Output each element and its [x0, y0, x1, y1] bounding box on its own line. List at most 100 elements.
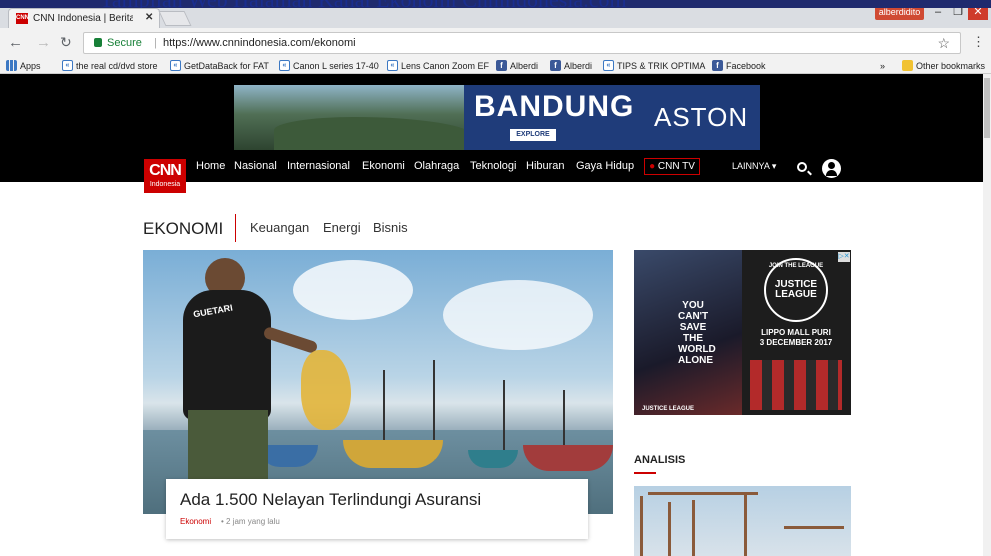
forward-icon[interactable]: → — [36, 34, 51, 51]
nav-internasional[interactable]: Internasional — [287, 160, 350, 172]
facebook-icon: f — [496, 60, 507, 71]
bookmark-item[interactable]: « GetDataBack for FAT — [170, 58, 269, 73]
ad-choices-icon[interactable]: ▷✕ — [838, 252, 850, 262]
cnn-tv-label: CNN TV — [657, 161, 695, 172]
boat-shape — [343, 440, 443, 468]
section-divider — [235, 214, 236, 242]
ad-banner[interactable]: BANDUNG EXPLORE ASTON — [234, 85, 760, 150]
overlay-caption-band: Tampilan Web Halaman Kanal Ekonomi Cnnin… — [0, 0, 991, 8]
hero-caption-card[interactable]: Ada 1.500 Nelayan Terlindungi Asuransi E… — [166, 479, 588, 539]
bookmark-label: Alberdi — [510, 60, 539, 71]
shirt-print: GUETARI — [192, 302, 234, 320]
folder-icon — [902, 60, 913, 71]
bookmark-label: GetDataBack for FAT — [184, 60, 269, 71]
cnn-tv-button[interactable]: ● CNN TV — [644, 158, 700, 175]
subnav-bisnis[interactable]: Bisnis — [373, 220, 408, 235]
bookmark-star-icon[interactable]: ☆ — [937, 35, 950, 52]
new-tab-button[interactable] — [158, 11, 192, 26]
hero-timestamp: • 2 jam yang lalu — [221, 517, 280, 526]
nav-olahraga[interactable]: Olahraga — [414, 160, 459, 172]
ad-footer — [634, 415, 851, 431]
url-input[interactable]: Secure | https://www.cnnindonesia.com/ek… — [83, 32, 961, 54]
ad-footer-logo: JUSTICE LEAGUE — [641, 406, 694, 412]
logo-text: CNN — [149, 162, 182, 179]
hero-category-link[interactable]: Ekonomi — [180, 517, 211, 526]
bookmark-item[interactable]: « TIPS & TRIK OPTIMA — [603, 58, 705, 73]
bookmark-label: Canon L series 17-40 — [293, 60, 379, 71]
ad-headline: BANDUNG — [474, 90, 635, 123]
overlay-caption: Tampilan Web Halaman Kanal Ekonomi Cnnin… — [100, 0, 627, 8]
beam-shape — [648, 492, 758, 495]
facebook-icon: f — [712, 60, 723, 71]
subnav-energi[interactable]: Energi — [323, 220, 361, 235]
analisis-heading: ANALISIS — [634, 454, 686, 466]
separator: | — [154, 37, 157, 49]
bookmark-item[interactable]: f Alberdi — [496, 58, 538, 73]
ad-tagline: YOU CAN'T SAVE THE WORLD ALONE — [678, 300, 716, 366]
tab-title: CNN Indonesia | Berita T — [33, 13, 133, 24]
bookmark-icon: « — [387, 60, 398, 71]
bookmark-icon: « — [170, 60, 181, 71]
bookmark-label: Apps — [20, 60, 41, 71]
cloud-shape — [443, 280, 593, 350]
user-account-icon[interactable] — [822, 159, 841, 178]
page-scrollbar[interactable] — [983, 74, 991, 556]
fishing-net — [301, 350, 351, 430]
lock-icon — [94, 38, 102, 47]
search-icon[interactable] — [797, 162, 807, 172]
ad-date: 3 DECEMBER 2017 — [759, 338, 833, 347]
nav-ekonomi[interactable]: Ekonomi — [362, 160, 405, 172]
nav-home[interactable]: Home — [196, 160, 225, 172]
bookmark-apps[interactable]: Apps — [6, 58, 41, 73]
bookmark-label: TIPS & TRIK OPTIMA — [617, 60, 706, 71]
nav-gaya-hidup[interactable]: Gaya Hidup — [576, 160, 634, 172]
ad-title: JUSTICE LEAGUE — [774, 279, 818, 300]
hero-image[interactable]: GUETARI — [143, 250, 613, 514]
cnn-favicon-icon: CNN — [16, 13, 29, 24]
cloud-shape — [293, 260, 413, 320]
ad-venue: LIPPO MALL PURI — [761, 328, 831, 337]
ad-badge-text: JOIN THE LEAGUE — [768, 263, 824, 269]
beam-shape — [784, 526, 844, 529]
nav-teknologi[interactable]: Teknologi — [470, 160, 516, 172]
apps-icon — [6, 60, 17, 71]
bookmark-label: Alberdi — [564, 60, 593, 71]
reload-icon[interactable]: ↻ — [60, 34, 72, 51]
bookmark-label: Facebook — [726, 60, 766, 71]
bookmark-icon: « — [279, 60, 290, 71]
bookmark-icon: « — [62, 60, 73, 71]
analisis-underline — [634, 472, 656, 474]
other-bookmarks-label: Other bookmarks — [916, 60, 986, 71]
bookmarks-overflow[interactable]: » — [880, 58, 885, 73]
url-text: https://www.cnnindonesia.com/ekonomi — [163, 37, 356, 49]
bookmark-item[interactable]: f Alberdi — [550, 58, 592, 73]
back-icon[interactable]: ← — [8, 34, 23, 51]
analisis-image[interactable] — [634, 486, 851, 556]
bookmark-item[interactable]: « the real cd/dvd store — [62, 58, 158, 73]
bookmark-item[interactable]: « Canon L series 17-40 — [279, 58, 379, 73]
ad-explore-button[interactable]: EXPLORE — [510, 129, 556, 141]
fisherman-body: GUETARI — [183, 290, 271, 420]
browser-tab[interactable]: CNN CNN Indonesia | Berita T ✕ — [8, 8, 160, 28]
other-bookmarks[interactable]: Other bookmarks — [902, 58, 985, 73]
subnav-keuangan[interactable]: Keuangan — [250, 220, 309, 235]
tab-close-icon[interactable]: ✕ — [145, 12, 153, 23]
bookmark-label: Lens Canon Zoom EF — [401, 60, 490, 71]
bookmark-item[interactable]: f Facebook — [712, 58, 766, 73]
nav-nasional[interactable]: Nasional — [234, 160, 277, 172]
more-menu[interactable]: LAINNYA ▾ — [732, 161, 776, 172]
hero-headline[interactable]: Ada 1.500 Nelayan Terlindungi Asuransi — [180, 490, 481, 510]
side-ad[interactable]: YOU CAN'T SAVE THE WORLD ALONE JOIN THE … — [634, 250, 851, 431]
page-content: BANDUNG EXPLORE ASTON CNN Indonesia Home… — [0, 74, 991, 556]
bookmark-item[interactable]: « Lens Canon Zoom EF — [387, 58, 489, 73]
mast-shape — [503, 380, 505, 460]
logo-subtext: Indonesia — [149, 181, 181, 188]
section-title: EKONOMI — [143, 219, 224, 238]
ad-brand: ASTON — [654, 102, 749, 132]
secure-label: Secure — [107, 37, 142, 49]
browser-menu-icon[interactable]: ⋮ — [972, 34, 985, 50]
ad-poster-heroes: YOU CAN'T SAVE THE WORLD ALONE — [634, 250, 742, 415]
nav-hiburan[interactable]: Hiburan — [526, 160, 565, 172]
scrollbar-thumb[interactable] — [984, 78, 990, 138]
cnn-logo[interactable]: CNN Indonesia — [144, 159, 186, 193]
